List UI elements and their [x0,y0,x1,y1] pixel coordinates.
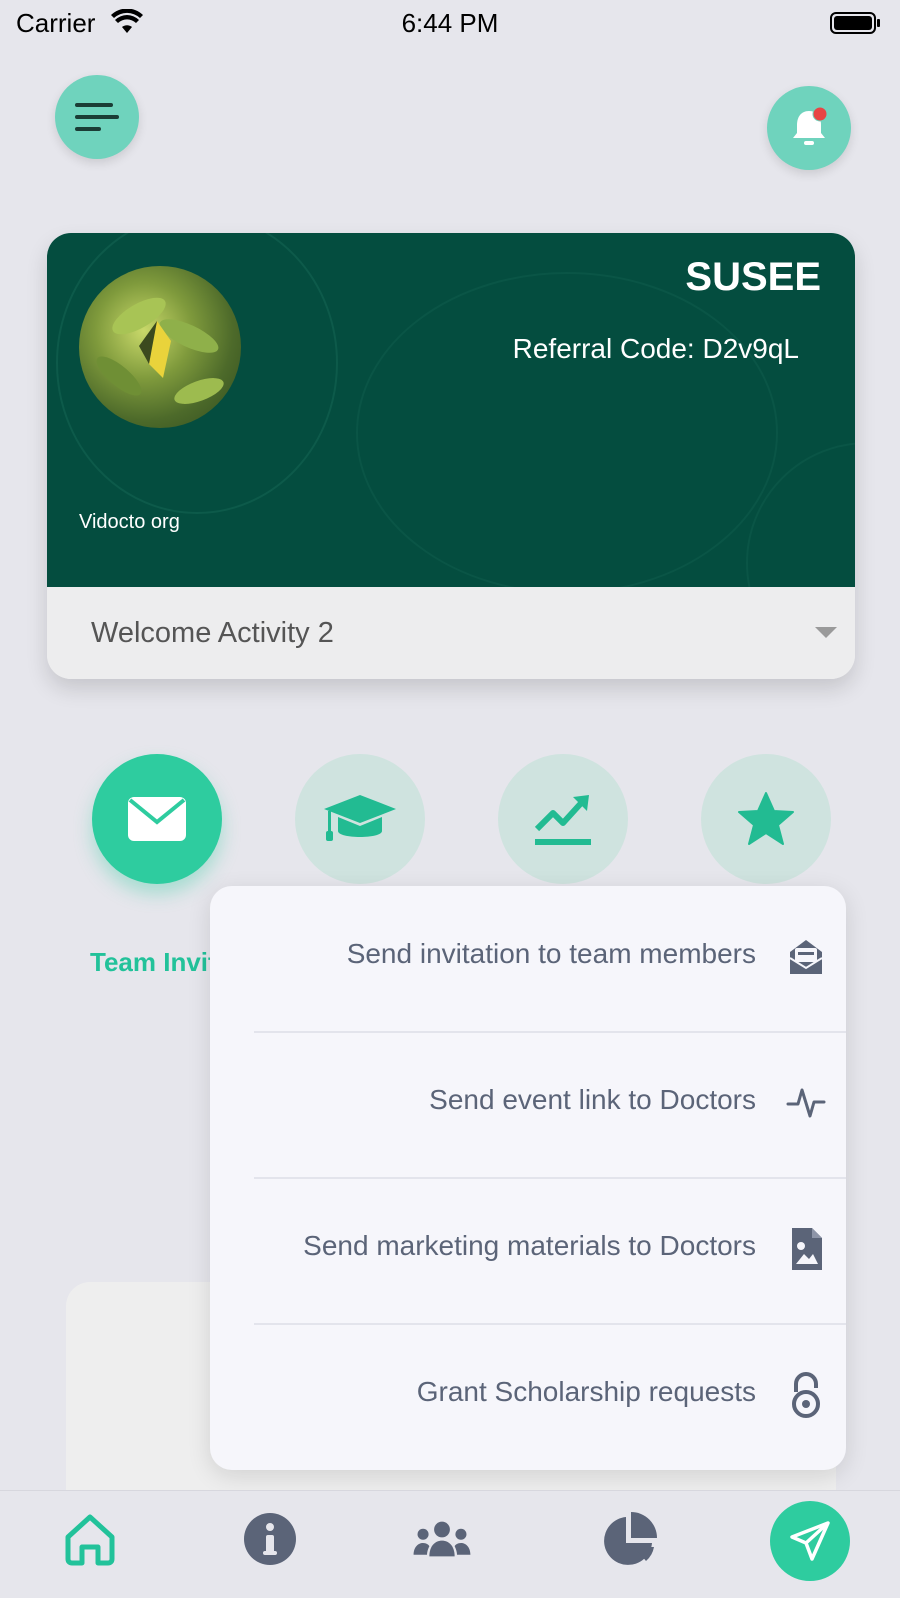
chevron-down-icon [815,627,837,638]
team-invitation-button[interactable] [92,754,222,884]
send-icon [790,1521,830,1561]
organization-name: Vidocto org [79,511,180,533]
status-time: 6:44 PM [401,8,499,38]
battery-icon [830,12,880,34]
nav-team[interactable] [412,1509,472,1569]
trend-up-icon [534,795,591,845]
home-icon [65,1514,115,1566]
team-icon [413,1521,471,1557]
menu-item-send-marketing[interactable]: Send marketing materials to Doctors [210,1178,846,1324]
analytics-button[interactable] [498,754,628,884]
menu-item-send-invitation[interactable]: Send invitation to team members [210,886,846,1032]
education-button[interactable] [295,754,425,884]
file-image-icon [792,1228,822,1270]
pie-chart-icon [604,1512,657,1565]
avatar-photo [96,297,224,404]
nav-reports[interactable] [600,1509,660,1569]
star-icon [738,792,794,845]
hamburger-icon [75,103,119,131]
pulse-icon [786,1088,826,1118]
referral-code: Referral Code: D2v9qL [512,333,799,364]
notifications-button[interactable] [767,86,851,170]
send-button[interactable] [770,1501,850,1581]
menu-item-label: Send invitation to team members [346,938,756,969]
bell-icon [793,106,828,145]
favorites-button[interactable] [701,754,831,884]
menu-item-label: Send event link to Doctors [429,1084,756,1115]
team-invitation-label: Team Invitation [90,947,230,977]
envelope-open-icon [789,940,823,974]
open-lock-icon [792,1372,820,1418]
team-invitation-menu: Send invitation to team members Send eve… [210,886,846,1470]
info-icon [244,1513,296,1565]
username: SUSEE [685,255,821,299]
app-screen: Carrier 6:44 PM SUSEE Referral Code: D2v… [0,0,900,1598]
menu-item-grant-scholarship[interactable]: Grant Scholarship requests [210,1324,846,1470]
menu-item-label: Send marketing materials to Doctors [303,1230,756,1261]
nav-info[interactable] [240,1509,300,1569]
status-bar: Carrier 6:44 PM [0,0,900,46]
envelope-icon [128,797,186,841]
menu-item-label: Grant Scholarship requests [416,1376,756,1407]
activity-selected-value: Welcome Activity 2 [91,617,334,649]
bottom-nav [0,1490,900,1598]
profile-card: SUSEE Referral Code: D2v9qL Vidocto org … [47,233,855,679]
profile-card-header: SUSEE Referral Code: D2v9qL Vidocto org [47,233,855,587]
menu-item-send-event-link[interactable]: Send event link to Doctors [210,1032,846,1178]
avatar[interactable] [79,266,241,428]
activity-dropdown[interactable]: Welcome Activity 2 [47,587,855,679]
menu-button[interactable] [55,75,139,159]
nav-home[interactable] [60,1509,120,1569]
graduation-cap-icon [324,795,396,841]
